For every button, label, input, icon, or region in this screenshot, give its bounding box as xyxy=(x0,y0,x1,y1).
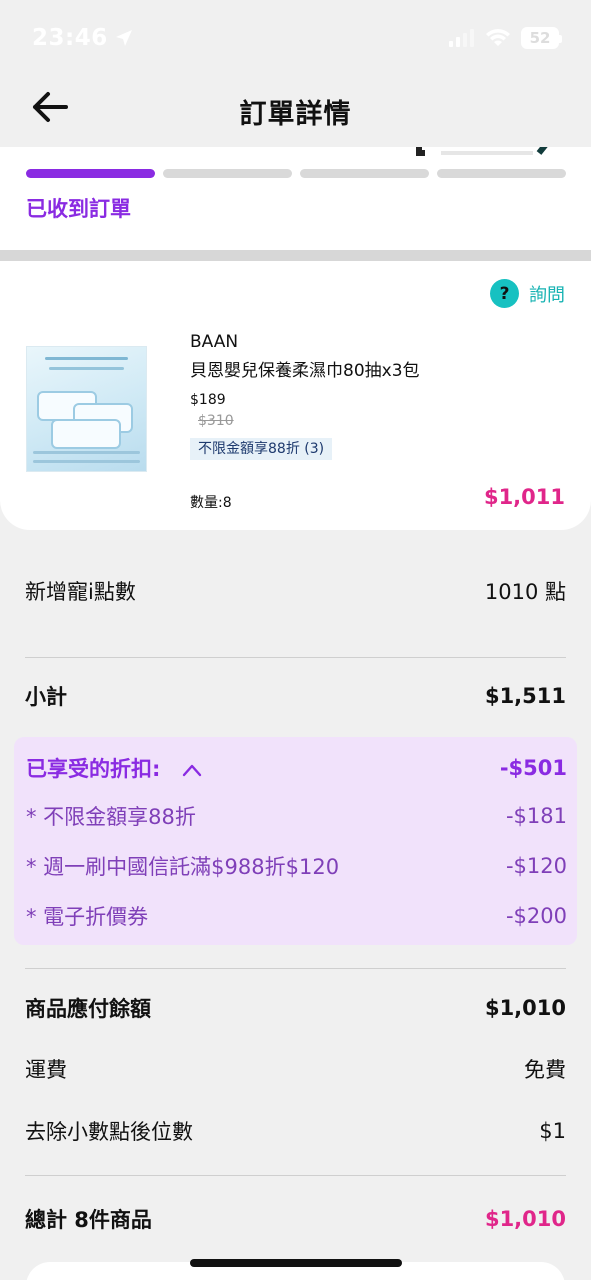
shipping-label: 運費 xyxy=(25,1058,67,1082)
discount-box: 已享受的折扣: -$501 * 不限金額享88折 -$181 * 週一刷中國信託… xyxy=(14,737,577,945)
product-brand: BAAN xyxy=(190,332,239,352)
discount-header-label: 已享受的折扣: xyxy=(26,757,161,781)
points-label: 新增寵i點數 xyxy=(25,580,136,604)
progress-steps xyxy=(26,169,566,178)
payable-label: 商品應付餘額 xyxy=(25,997,151,1021)
rounding-label: 去除小數點後位數 xyxy=(25,1120,193,1144)
discount-header: 已享受的折扣: xyxy=(26,753,202,783)
progress-step-received xyxy=(26,169,155,178)
discount-item-value: -$181 xyxy=(505,804,567,828)
status-time: 23:46 xyxy=(32,24,108,51)
payable-row: 商品應付餘額 $1,010 xyxy=(25,993,566,1023)
product-image-text-line xyxy=(45,357,128,360)
page-title: 訂單詳情 xyxy=(239,98,352,130)
chevron-up-icon[interactable] xyxy=(182,763,202,777)
discount-item-label: * 週一刷中國信託滿$988折$120 xyxy=(26,855,340,879)
order-progress-card: 已收到訂單 xyxy=(0,147,591,250)
decorative-graphic-icon xyxy=(416,147,548,156)
status-bar: 23:46 52 xyxy=(0,0,591,75)
discount-item-label: * 電子折價券 xyxy=(26,905,149,929)
back-button[interactable] xyxy=(28,85,72,129)
discount-item: * 週一刷中國信託滿$988折$120 -$120 xyxy=(26,851,567,881)
promo-tag: 不限金額享88折 (3) xyxy=(190,438,333,460)
divider xyxy=(25,657,566,658)
nav-header: 訂單詳情 xyxy=(0,75,591,147)
points-row: 新增寵i點數 1010 點 xyxy=(25,576,566,606)
product-image-text-line xyxy=(33,451,140,454)
battery-icon: 52 xyxy=(521,26,562,49)
section-divider xyxy=(0,250,591,261)
total-label: 總計 8件商品 xyxy=(25,1208,152,1232)
progress-step-4 xyxy=(437,169,566,178)
discount-item: * 不限金額享88折 -$181 xyxy=(26,801,567,831)
product-image-text-line xyxy=(49,367,124,370)
discount-item-value: -$200 xyxy=(505,904,567,928)
location-arrow-icon xyxy=(115,29,132,46)
product-image[interactable] xyxy=(26,346,147,472)
discount-item-value: -$120 xyxy=(505,854,567,878)
product-name[interactable]: 貝恩嬰兒保養柔濕巾80抽x3包 xyxy=(190,356,420,381)
status-time-group: 23:46 xyxy=(32,25,134,51)
product-price: $189 xyxy=(190,392,226,408)
subtotal-value: $1,511 xyxy=(484,684,566,708)
total-value: $1,010 xyxy=(484,1207,566,1231)
question-icon: ? xyxy=(490,279,519,308)
signal-icon xyxy=(449,28,474,47)
subtotal-row: 小計 $1,511 xyxy=(25,681,566,711)
payable-value: $1,010 xyxy=(484,996,566,1020)
divider xyxy=(25,968,566,969)
progress-status-label: 已收到訂單 xyxy=(26,197,131,221)
shipping-value: 免費 xyxy=(524,1058,566,1082)
points-value: 1010 點 xyxy=(484,580,566,604)
rounding-value: $1 xyxy=(539,1119,566,1143)
status-indicators: 52 xyxy=(449,26,562,49)
wifi-icon xyxy=(486,28,510,46)
divider xyxy=(25,1175,566,1176)
battery-level: 52 xyxy=(529,28,551,47)
product-card: ? 詢問 BAAN 貝恩嬰兒保養柔濕巾80抽x3包 $189 $310 不限金額… xyxy=(0,261,591,530)
product-line-total: $1,011 xyxy=(483,485,565,509)
product-image-text-line xyxy=(33,460,140,463)
discount-item: * 電子折價券 -$200 xyxy=(26,901,567,931)
back-arrow-icon xyxy=(33,92,68,122)
rounding-row: 去除小數點後位數 $1 xyxy=(25,1116,566,1146)
discount-header-row[interactable]: 已享受的折扣: -$501 xyxy=(26,753,567,783)
shipping-row: 運費 免費 xyxy=(25,1054,566,1084)
discount-total-value: -$501 xyxy=(499,756,567,780)
discount-item-label: * 不限金額享88折 xyxy=(26,805,196,829)
inquiry-button[interactable]: ? 詢問 xyxy=(490,279,565,308)
progress-step-3 xyxy=(300,169,429,178)
total-row: 總計 8件商品 $1,010 xyxy=(25,1204,566,1234)
product-original-price: $310 xyxy=(198,413,234,429)
inquiry-label: 詢問 xyxy=(529,284,565,306)
home-indicator[interactable] xyxy=(190,1259,402,1267)
product-quantity: 數量:8 xyxy=(190,495,232,511)
progress-step-2 xyxy=(163,169,292,178)
product-pack-graphic xyxy=(51,419,121,449)
subtotal-label: 小計 xyxy=(25,685,67,709)
